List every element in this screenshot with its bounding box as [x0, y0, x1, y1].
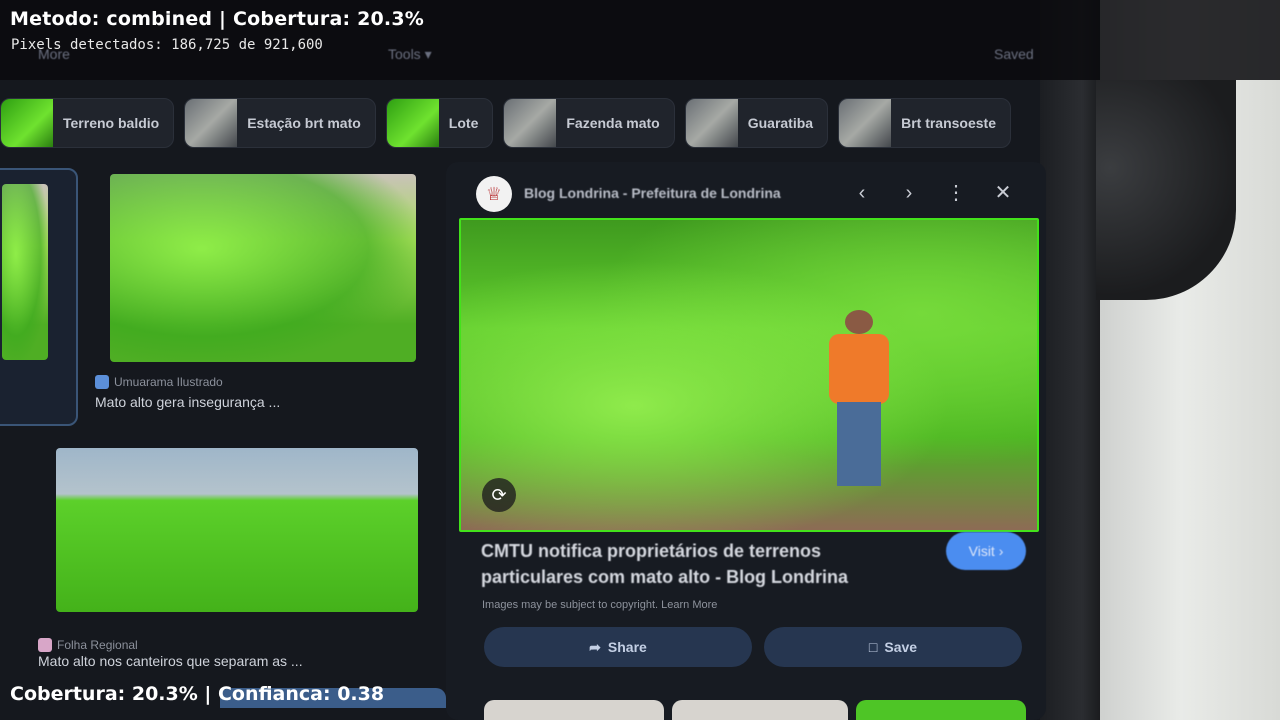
result-source: Folha Regional	[38, 638, 138, 652]
share-icon: ➦	[589, 638, 601, 655]
related-image-thumb[interactable]	[672, 700, 848, 720]
related-image-thumb[interactable]	[484, 700, 664, 720]
chip-label: Terreno baldio	[63, 115, 160, 131]
chip-fazenda-mato[interactable]: Fazenda mato	[503, 98, 675, 148]
source-favicon-icon	[38, 638, 52, 652]
chip-guaratiba[interactable]: Guaratiba	[684, 98, 829, 148]
method-coverage-readout: Metodo: combined | Cobertura: 20.3%	[10, 8, 424, 30]
chip-thumbnail	[685, 99, 738, 147]
chip-thumbnail	[504, 99, 557, 147]
result-title[interactable]: Mato alto gera insegurança ...	[95, 394, 280, 410]
chevron-right-icon[interactable]: ›	[897, 181, 921, 205]
lens-search-icon[interactable]: ⟳	[482, 478, 516, 512]
detail-source[interactable]: Blog Londrina - Prefeitura de Londrina	[524, 185, 781, 201]
close-icon[interactable]: ✕	[991, 181, 1015, 205]
chip-estacao-brt-mato[interactable]: Estação brt mato	[184, 98, 376, 148]
save-button[interactable]: □ Save	[764, 627, 1022, 667]
selected-result-card[interactable]	[0, 168, 78, 426]
chip-label: Fazenda mato	[566, 115, 660, 131]
result-image-folha[interactable]	[56, 448, 418, 612]
result-image-umuarama[interactable]	[110, 174, 416, 362]
saved-link[interactable]: Saved	[994, 46, 1034, 62]
detail-main-image[interactable]	[459, 218, 1039, 532]
result-title[interactable]: Mato alto nos canteiros que separam as .…	[38, 653, 303, 669]
chip-thumbnail	[386, 99, 439, 147]
chevron-left-icon[interactable]: ‹	[850, 181, 874, 205]
related-image-thumb[interactable]	[856, 700, 1026, 720]
result-source: Umuarama Ilustrado	[95, 375, 223, 389]
chip-label: Guaratiba	[747, 115, 814, 131]
worker-figure	[823, 310, 893, 510]
coverage-confidence-readout: Cobertura: 20.3% | Confianca: 0.38	[10, 683, 385, 705]
result-image	[2, 184, 48, 360]
chip-brt-transoeste[interactable]: Brt transoeste	[838, 98, 1011, 148]
chip-label: Brt transoeste	[901, 115, 996, 131]
chip-terreno-baldio[interactable]: Terreno baldio	[0, 98, 175, 148]
source-favicon-icon	[95, 375, 109, 389]
tools-menu[interactable]: Tools ▾	[388, 46, 432, 63]
copyright-notice: Images may be subject to copyright. Lear…	[482, 599, 718, 611]
more-vert-icon[interactable]: ⋮	[944, 181, 968, 205]
visit-button[interactable]: Visit ›	[946, 532, 1026, 570]
bookmark-icon: □	[868, 639, 878, 655]
wall-shadow	[1096, 80, 1236, 300]
detail-title[interactable]: CMTU notifica proprietários de terrenos …	[481, 538, 921, 590]
pixels-detected-readout: Pixels detectados: 186,725 de 921,600	[11, 37, 323, 53]
related-searches-row: Terreno baldio Estação brt mato Lote Faz…	[0, 98, 1020, 148]
chip-lote[interactable]: Lote	[385, 98, 494, 148]
chip-label: Estação brt mato	[247, 115, 361, 131]
chip-label: Lote	[448, 115, 479, 131]
chip-thumbnail	[839, 99, 892, 147]
site-logo-icon: ♕	[476, 176, 512, 212]
share-button[interactable]: ➦ Share	[484, 627, 752, 667]
chip-thumbnail	[1, 99, 53, 147]
chip-thumbnail	[185, 99, 238, 147]
